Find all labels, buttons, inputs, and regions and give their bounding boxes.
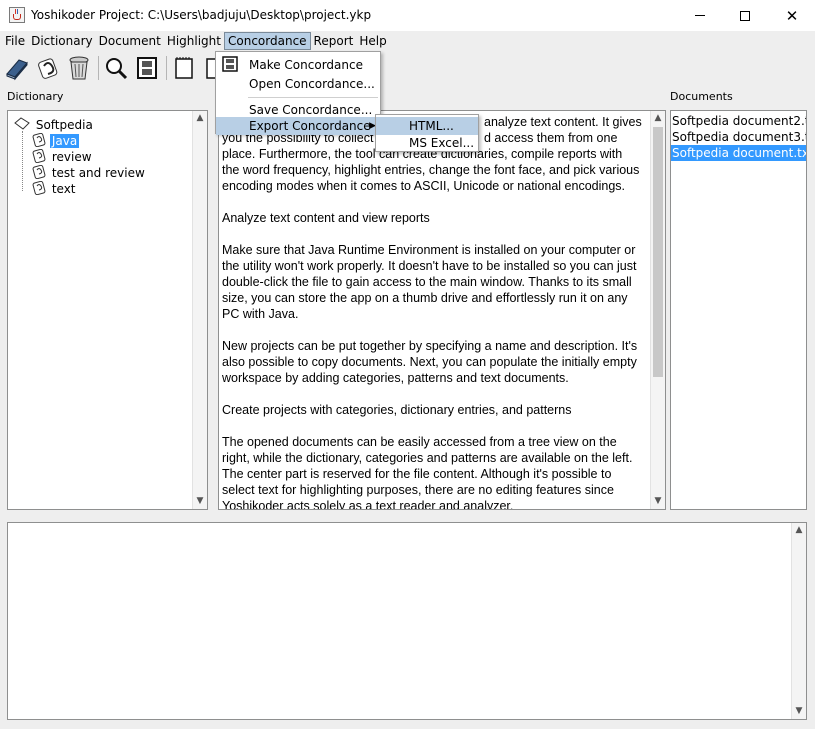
toolbar	[0, 51, 815, 85]
tree-entry-label: Java	[49, 134, 80, 148]
scroll-up-icon[interactable]: ▲	[193, 111, 207, 126]
java-cup-icon	[9, 7, 25, 23]
document-scrollbar[interactable]: ▲ ▼	[650, 111, 665, 509]
doc-line-1-text: analyze text content. It gives	[484, 115, 642, 129]
document-item[interactable]: Softpedia document.txt	[671, 145, 806, 161]
tree-entry[interactable]: test and review	[32, 164, 147, 181]
menu-highlight[interactable]: Highlight	[164, 32, 224, 50]
export-submenu: HTML... MS Excel...	[375, 114, 479, 152]
window-title: Yoshikoder Project: C:\Users\badjuju\Des…	[31, 8, 372, 22]
doc-paragraph: Analyze text content and view reports	[222, 211, 430, 225]
doc-paragraph: place. Furthermore, the tool can create …	[222, 147, 640, 193]
doc-paragraph: Make sure that Java Runtime Environment …	[222, 243, 637, 321]
toolbar-separator	[166, 56, 167, 80]
menu-concordance[interactable]: Concordance	[224, 32, 311, 50]
concordance-output[interactable]: ▲ ▼	[7, 522, 807, 720]
entry-icon	[32, 180, 46, 196]
documents-label: Documents	[670, 90, 733, 103]
title-bar: Yoshikoder Project: C:\Users\badjuju\Des…	[0, 0, 815, 31]
dictionary-label: Dictionary	[7, 90, 64, 103]
menu-export-concordance[interactable]: Export Concordance ▶	[216, 117, 380, 135]
trash-icon[interactable]	[65, 54, 93, 82]
concordance-menu: Make Concordance Open Concordance... Sav…	[215, 51, 381, 135]
menu-export-label: Export Concordance	[249, 119, 371, 133]
dictionary-book-icon[interactable]	[3, 54, 31, 82]
tree-root[interactable]: Softpedia	[14, 117, 95, 133]
dictionary-tree[interactable]: Softpedia Java review test and review te…	[7, 110, 208, 510]
dictionary-scrollbar[interactable]: ▲ ▼	[192, 111, 207, 509]
menu-dictionary[interactable]: Dictionary	[28, 32, 96, 50]
scroll-down-icon[interactable]: ▼	[193, 494, 207, 509]
search-icon[interactable]	[102, 54, 130, 82]
tree-entry-label: review	[51, 150, 92, 164]
menu-bar: File Dictionary Document Highlight Conco…	[0, 31, 815, 51]
notepad-icon[interactable]	[170, 54, 198, 82]
menu-help[interactable]: Help	[356, 32, 389, 50]
tree-entry[interactable]: text	[32, 180, 78, 197]
tree-entry[interactable]: review	[32, 148, 94, 165]
doc-paragraph: The opened documents can be easily acces…	[222, 435, 633, 510]
scroll-up-icon[interactable]: ▲	[651, 111, 665, 126]
menu-export-html[interactable]: HTML...	[376, 117, 478, 135]
attach-pattern-icon[interactable]	[34, 54, 62, 82]
concordance-scrollbar[interactable]: ▲ ▼	[791, 523, 806, 719]
document-text[interactable]: analyze text content. It gives you the p…	[222, 114, 642, 510]
entry-icon	[32, 132, 46, 148]
document-item[interactable]: Softpedia document2.txt	[671, 113, 806, 129]
scroll-thumb[interactable]	[653, 127, 663, 377]
documents-list[interactable]: Softpedia document2.txt Softpedia docume…	[670, 110, 807, 510]
scroll-down-icon[interactable]: ▼	[651, 494, 665, 509]
close-button[interactable]: ✕	[769, 0, 815, 31]
document-text-view[interactable]: analyze text content. It gives you the p…	[218, 110, 666, 510]
document-item[interactable]: Softpedia document3.txt	[671, 129, 806, 145]
menu-file[interactable]: File	[2, 32, 28, 50]
minimize-button[interactable]	[677, 0, 723, 31]
entry-icon	[32, 148, 46, 164]
scroll-down-icon[interactable]: ▼	[792, 704, 806, 719]
menu-report[interactable]: Report	[311, 32, 357, 50]
doc-paragraph: Create projects with categories, diction…	[222, 403, 572, 417]
filmstrip-icon[interactable]	[133, 54, 161, 82]
menu-make-concordance[interactable]: Make Concordance	[216, 56, 380, 74]
menu-separator	[248, 97, 378, 98]
entry-icon	[32, 164, 46, 180]
toolbar-separator	[98, 56, 99, 80]
folder-open-icon	[14, 117, 30, 130]
doc-line-2-right: d access them from one	[484, 131, 618, 145]
scroll-up-icon[interactable]: ▲	[792, 523, 806, 538]
menu-export-excel[interactable]: MS Excel...	[376, 134, 478, 152]
tree-entry-label: text	[51, 182, 76, 196]
tree-entry-label: test and review	[51, 166, 145, 180]
tree-root-label: Softpedia	[35, 118, 93, 132]
tree-guide	[22, 131, 23, 191]
menu-open-concordance[interactable]: Open Concordance...	[216, 75, 380, 93]
menu-document[interactable]: Document	[96, 32, 164, 50]
doc-paragraph: New projects can be put together by spec…	[222, 339, 638, 385]
tree-entry[interactable]: Java	[32, 132, 80, 149]
maximize-button[interactable]	[722, 0, 768, 31]
